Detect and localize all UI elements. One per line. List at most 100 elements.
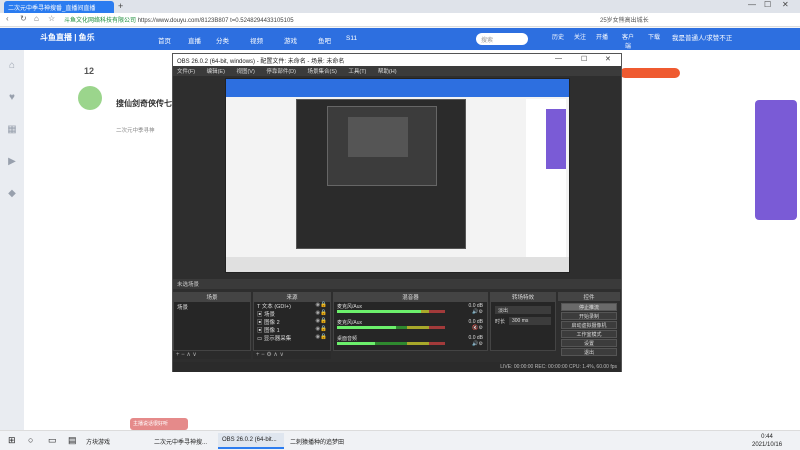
audio-mixer: 麦克风/Aux 0.0 dB 🔊⚙ 麦克风/Aux 0.0 dB 🔇⚙ 桌面音频… [333, 301, 488, 351]
maximize-button[interactable]: ☐ [764, 0, 771, 9]
sidebar-category-icon[interactable]: ▦ [4, 124, 20, 140]
search-icon[interactable]: ○ [24, 433, 37, 449]
mute-icon[interactable]: 🔇⚙ [472, 325, 483, 331]
volume-level [337, 342, 375, 345]
streamer-avatar[interactable] [78, 86, 102, 110]
nav-live[interactable]: 直播 [188, 35, 201, 45]
nav-yuba[interactable]: 鱼吧 [318, 35, 331, 45]
back-icon[interactable]: ‹ [6, 14, 9, 23]
browser-tab-active[interactable]: 二次元中季寻神搜番_直播间直播 [4, 1, 114, 13]
obs-close-button[interactable]: ✕ [605, 55, 611, 63]
user-name[interactable]: 我是普通人/求赞不正 [672, 32, 732, 42]
site-header: 斗鱼直播 | 鱼乐 首页 直播 分类 视频 游戏 鱼吧 S11 搜索 历史 关注… [0, 28, 800, 50]
source-row[interactable]: ▣ 图像 1 ◉🔒 [254, 326, 330, 334]
promo-banner[interactable] [755, 100, 797, 220]
exit-button[interactable]: 退出 [561, 348, 617, 356]
taskbar-app-other[interactable]: 二刺猿播种的追梦田 [286, 433, 352, 449]
bookmark-icon[interactable]: ☆ [48, 14, 55, 23]
follow-button[interactable] [620, 68, 680, 78]
source-row[interactable]: ▭ 显示器采集 ◉🔒 [254, 334, 330, 342]
obs-maximize-button[interactable]: ☐ [581, 55, 587, 63]
client-icon[interactable]: 客户端 [620, 32, 636, 50]
sidebar-video-icon[interactable]: ▶ [4, 156, 20, 172]
sidebar-game-icon[interactable]: ◆ [4, 188, 20, 204]
scenes-dock-title: 场景 [173, 292, 251, 301]
url-site-name: 斗鱼文化网络科技有限公司 [64, 18, 137, 24]
taskbar-app-game[interactable]: 方块游戏 [82, 433, 114, 449]
scenes-list: 场景 [173, 301, 251, 351]
controls-dock-title: 控件 [558, 292, 620, 301]
visibility-icon[interactable]: ◉🔒 [315, 334, 327, 340]
menu-scene-collection[interactable]: 场景集合(S) [307, 69, 336, 75]
address-bar-suggestion[interactable]: 25岁女熊高出城长 [600, 15, 649, 24]
task-view-icon[interactable]: ▭ [44, 433, 61, 449]
menu-help[interactable]: 帮助(H) [378, 69, 397, 75]
address-bar: ‹ ↻ ⌂ ☆ 斗鱼文化网络科技有限公司 https://www.douyu.c… [0, 13, 800, 27]
history-icon[interactable]: 历史 [550, 32, 566, 41]
new-tab-button[interactable]: + [118, 1, 123, 11]
nav-category[interactable]: 分类 [216, 35, 229, 45]
url-input[interactable]: 斗鱼文化网络科技有限公司 https://www.douyu.com/8123B… [64, 15, 424, 25]
system-clock[interactable]: 0:44 2021/10/16 [752, 433, 782, 449]
menu-edit[interactable]: 编辑(E) [207, 69, 225, 75]
mixer-channel: 麦克风/Aux 0.0 dB 🔇⚙ [334, 318, 487, 334]
download-icon[interactable]: 下载 [646, 32, 662, 41]
visibility-icon[interactable]: ◉🔒 [315, 302, 327, 308]
taskbar-app-obs[interactable]: OBS 26.0.2 (64-bit... [218, 433, 284, 449]
menu-tools[interactable]: 工具(T) [348, 69, 366, 75]
sidebar-home-icon[interactable]: ⌂ [4, 60, 20, 76]
stop-streaming-button[interactable]: 停止推流 [561, 303, 617, 311]
obs-title-bar: OBS 26.0.2 (64-bit, windows) - 配置文件: 未命名… [173, 54, 621, 66]
minimize-button[interactable]: — [748, 0, 756, 9]
source-row[interactable]: ▣ 图像 2 ◉🔒 [254, 318, 330, 326]
start-recording-button[interactable]: 开始录制 [561, 312, 617, 320]
transitions-dock-title: 转场特效 [490, 292, 556, 301]
nav-home[interactable]: 首页 [158, 35, 171, 45]
nav-video[interactable]: 视频 [250, 35, 263, 45]
broadcast-icon[interactable]: 开播 [594, 32, 610, 41]
start-icon[interactable]: ⊞ [4, 433, 20, 449]
visibility-icon[interactable]: ◉🔒 [315, 318, 327, 324]
follow-icon[interactable]: 关注 [572, 32, 588, 41]
mute-icon[interactable]: 🔊⚙ [472, 341, 483, 347]
stream-category[interactable]: 二次元中季寻神 [116, 126, 155, 134]
explorer-icon[interactable]: ▤ [64, 433, 81, 449]
list-item[interactable]: 场景 [174, 302, 250, 311]
settings-button[interactable]: 设置 [561, 339, 617, 347]
reload-icon[interactable]: ↻ [20, 14, 27, 23]
taskbar-app-browser[interactable]: 二次元中季寻神搜... [150, 433, 216, 449]
source-row[interactable]: ▣ 场景 ◉🔒 [254, 310, 330, 318]
site-logo[interactable]: 斗鱼直播 | 鱼乐 [40, 32, 120, 46]
mute-icon[interactable]: 🔊⚙ [472, 309, 483, 315]
clock-date: 2021/10/16 [752, 442, 783, 448]
nav-s11[interactable]: S11 [346, 35, 357, 42]
menu-file[interactable]: 文件(F) [177, 69, 195, 75]
visibility-icon[interactable]: ◉🔒 [315, 326, 327, 332]
menu-view[interactable]: 视图(V) [236, 69, 254, 75]
studio-mode-button[interactable]: 工作室模式 [561, 330, 617, 338]
sources-dock-title: 来源 [253, 292, 331, 301]
visibility-icon[interactable]: ◉🔒 [315, 310, 327, 316]
preview-site-header [226, 79, 569, 97]
obs-preview[interactable] [225, 78, 570, 273]
menu-docks[interactable]: 停靠部件(D) [266, 69, 296, 75]
preview-bottom-bar [226, 257, 569, 272]
virtual-camera-button[interactable]: 启动虚拟摄像机 [561, 321, 617, 329]
volume-level [337, 326, 397, 329]
nav-games[interactable]: 游戏 [284, 35, 297, 45]
home-icon[interactable]: ⌂ [34, 14, 39, 23]
site-search-input[interactable]: 搜索 [476, 33, 528, 45]
source-name: 显示器采集 [263, 336, 292, 342]
volume-level [337, 310, 422, 313]
obs-minimize-button[interactable]: — [555, 55, 562, 62]
sources-toolbar[interactable]: + − ⚙ ∧ ∨ [253, 351, 331, 359]
source-row[interactable]: T 文本 (GDI+) ◉🔒 [254, 302, 330, 310]
mixer-channel: 麦克风/Aux 0.0 dB 🔊⚙ [334, 302, 487, 318]
scenes-toolbar[interactable]: + − ∧ ∨ [173, 351, 251, 359]
transitions-panel: 淡出 时长 300 ms [490, 301, 556, 351]
sidebar-follow-icon[interactable]: ♥ [4, 92, 20, 108]
url-text: https://www.douyu.com/8123B807 t=0.52482… [137, 18, 294, 24]
duration-input[interactable]: 300 ms [509, 317, 551, 325]
transition-select[interactable]: 淡出 [495, 306, 551, 314]
close-button[interactable]: ✕ [782, 0, 789, 9]
